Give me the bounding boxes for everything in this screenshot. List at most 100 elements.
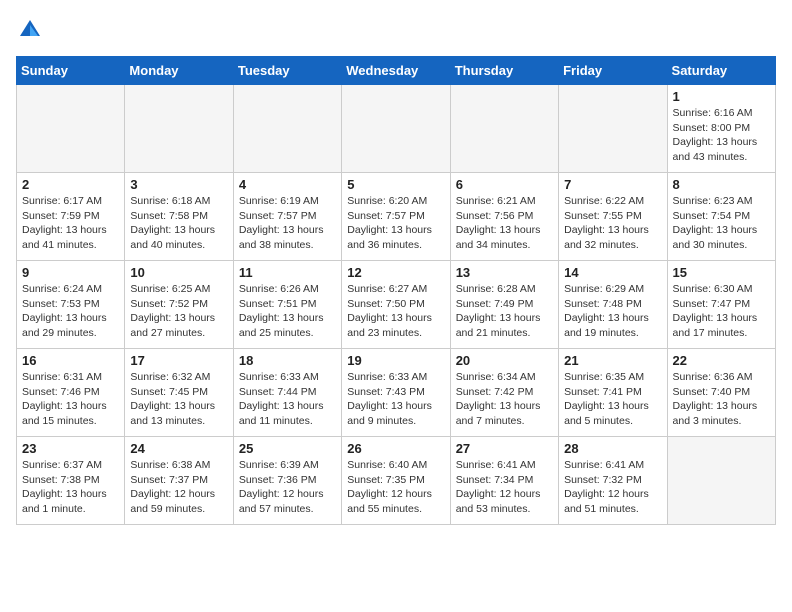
calendar-cell: 21 Sunrise: 6:35 AM Sunset: 7:41 PM Dayli… — [559, 349, 667, 437]
day-detail: Sunrise: 6:39 AM Sunset: 7:36 PM Dayligh… — [239, 458, 336, 517]
calendar-header-monday: Monday — [125, 57, 233, 85]
calendar-cell: 9 Sunrise: 6:24 AM Sunset: 7:53 PM Daylig… — [17, 261, 125, 349]
day-detail: Sunrise: 6:33 AM Sunset: 7:43 PM Dayligh… — [347, 370, 444, 429]
day-number: 28 — [564, 441, 661, 456]
day-number: 15 — [673, 265, 770, 280]
calendar-cell: 12 Sunrise: 6:27 AM Sunset: 7:50 PM Dayli… — [342, 261, 450, 349]
day-detail: Sunrise: 6:41 AM Sunset: 7:34 PM Dayligh… — [456, 458, 553, 517]
day-number: 22 — [673, 353, 770, 368]
day-number: 24 — [130, 441, 227, 456]
day-number: 13 — [456, 265, 553, 280]
calendar-cell: 7 Sunrise: 6:22 AM Sunset: 7:55 PM Daylig… — [559, 173, 667, 261]
calendar-cell — [667, 437, 775, 525]
calendar-cell — [450, 85, 558, 173]
calendar-header-tuesday: Tuesday — [233, 57, 341, 85]
calendar-header-saturday: Saturday — [667, 57, 775, 85]
calendar-cell: 19 Sunrise: 6:33 AM Sunset: 7:43 PM Dayli… — [342, 349, 450, 437]
calendar-cell: 5 Sunrise: 6:20 AM Sunset: 7:57 PM Daylig… — [342, 173, 450, 261]
calendar-cell: 6 Sunrise: 6:21 AM Sunset: 7:56 PM Daylig… — [450, 173, 558, 261]
calendar-header-friday: Friday — [559, 57, 667, 85]
logo — [16, 16, 48, 44]
day-detail: Sunrise: 6:22 AM Sunset: 7:55 PM Dayligh… — [564, 194, 661, 253]
day-detail: Sunrise: 6:18 AM Sunset: 7:58 PM Dayligh… — [130, 194, 227, 253]
calendar-week-0: 1 Sunrise: 6:16 AM Sunset: 8:00 PM Daylig… — [17, 85, 776, 173]
day-detail: Sunrise: 6:28 AM Sunset: 7:49 PM Dayligh… — [456, 282, 553, 341]
calendar-cell: 20Sunrise: 6:34 AM Sunset: 7:42 PM Dayli… — [450, 349, 558, 437]
page-header — [16, 16, 776, 44]
day-number: 18 — [239, 353, 336, 368]
calendar-cell: 27 Sunrise: 6:41 AM Sunset: 7:34 PM Dayli… — [450, 437, 558, 525]
calendar-cell: 26 Sunrise: 6:40 AM Sunset: 7:35 PM Dayli… — [342, 437, 450, 525]
day-number: 10 — [130, 265, 227, 280]
day-detail: Sunrise: 6:29 AM Sunset: 7:48 PM Dayligh… — [564, 282, 661, 341]
day-number: 5 — [347, 177, 444, 192]
day-detail: Sunrise: 6:40 AM Sunset: 7:35 PM Dayligh… — [347, 458, 444, 517]
day-number: 12 — [347, 265, 444, 280]
calendar-cell: 18 Sunrise: 6:33 AM Sunset: 7:44 PM Dayli… — [233, 349, 341, 437]
calendar: SundayMondayTuesdayWednesdayThursdayFrid… — [16, 56, 776, 525]
day-detail: Sunrise: 6:24 AM Sunset: 7:53 PM Dayligh… — [22, 282, 119, 341]
calendar-cell: 15 Sunrise: 6:30 AM Sunset: 7:47 PM Dayli… — [667, 261, 775, 349]
logo-icon — [16, 16, 44, 44]
day-detail: Sunrise: 6:21 AM Sunset: 7:56 PM Dayligh… — [456, 194, 553, 253]
day-number: 19 — [347, 353, 444, 368]
calendar-cell: 25 Sunrise: 6:39 AM Sunset: 7:36 PM Dayli… — [233, 437, 341, 525]
calendar-cell — [233, 85, 341, 173]
day-detail: Sunrise: 6:36 AM Sunset: 7:40 PM Dayligh… — [673, 370, 770, 429]
calendar-week-2: 9 Sunrise: 6:24 AM Sunset: 7:53 PM Daylig… — [17, 261, 776, 349]
calendar-cell: 22 Sunrise: 6:36 AM Sunset: 7:40 PM Dayli… — [667, 349, 775, 437]
day-detail: Sunrise: 6:31 AM Sunset: 7:46 PM Dayligh… — [22, 370, 119, 429]
day-number: 14 — [564, 265, 661, 280]
day-detail: Sunrise: 6:37 AM Sunset: 7:38 PM Dayligh… — [22, 458, 119, 517]
day-number: 21 — [564, 353, 661, 368]
calendar-cell — [342, 85, 450, 173]
day-detail: Sunrise: 6:17 AM Sunset: 7:59 PM Dayligh… — [22, 194, 119, 253]
calendar-cell — [125, 85, 233, 173]
day-number: 7 — [564, 177, 661, 192]
calendar-cell: 14 Sunrise: 6:29 AM Sunset: 7:48 PM Dayli… — [559, 261, 667, 349]
day-detail: Sunrise: 6:23 AM Sunset: 7:54 PM Dayligh… — [673, 194, 770, 253]
calendar-cell: 4 Sunrise: 6:19 AM Sunset: 7:57 PM Daylig… — [233, 173, 341, 261]
calendar-header-sunday: Sunday — [17, 57, 125, 85]
day-number: 25 — [239, 441, 336, 456]
calendar-cell: 11 Sunrise: 6:26 AM Sunset: 7:51 PM Dayli… — [233, 261, 341, 349]
day-detail: Sunrise: 6:41 AM Sunset: 7:32 PM Dayligh… — [564, 458, 661, 517]
day-number: 9 — [22, 265, 119, 280]
day-detail: Sunrise: 6:20 AM Sunset: 7:57 PM Dayligh… — [347, 194, 444, 253]
calendar-cell: 16 Sunrise: 6:31 AM Sunset: 7:46 PM Dayli… — [17, 349, 125, 437]
calendar-cell — [559, 85, 667, 173]
calendar-cell: 8 Sunrise: 6:23 AM Sunset: 7:54 PM Daylig… — [667, 173, 775, 261]
day-detail: Sunrise: 6:38 AM Sunset: 7:37 PM Dayligh… — [130, 458, 227, 517]
calendar-week-1: 2Sunrise: 6:17 AM Sunset: 7:59 PM Daylig… — [17, 173, 776, 261]
calendar-cell: 13 Sunrise: 6:28 AM Sunset: 7:49 PM Dayli… — [450, 261, 558, 349]
calendar-header-row: SundayMondayTuesdayWednesdayThursdayFrid… — [17, 57, 776, 85]
day-detail: Sunrise: 6:32 AM Sunset: 7:45 PM Dayligh… — [130, 370, 227, 429]
day-number: 23 — [22, 441, 119, 456]
day-detail: Sunrise: 6:35 AM Sunset: 7:41 PM Dayligh… — [564, 370, 661, 429]
day-number: 20 — [456, 353, 553, 368]
calendar-header-thursday: Thursday — [450, 57, 558, 85]
day-detail: Sunrise: 6:25 AM Sunset: 7:52 PM Dayligh… — [130, 282, 227, 341]
calendar-week-4: 23 Sunrise: 6:37 AM Sunset: 7:38 PM Dayli… — [17, 437, 776, 525]
day-number: 8 — [673, 177, 770, 192]
calendar-cell: 1 Sunrise: 6:16 AM Sunset: 8:00 PM Daylig… — [667, 85, 775, 173]
calendar-cell: 3 Sunrise: 6:18 AM Sunset: 7:58 PM Daylig… — [125, 173, 233, 261]
day-number: 6 — [456, 177, 553, 192]
day-number: 1 — [673, 89, 770, 104]
day-number: 16 — [22, 353, 119, 368]
day-number: 4 — [239, 177, 336, 192]
day-detail: Sunrise: 6:30 AM Sunset: 7:47 PM Dayligh… — [673, 282, 770, 341]
calendar-cell: 2Sunrise: 6:17 AM Sunset: 7:59 PM Daylig… — [17, 173, 125, 261]
day-number: 26 — [347, 441, 444, 456]
calendar-cell: 28 Sunrise: 6:41 AM Sunset: 7:32 PM Dayli… — [559, 437, 667, 525]
day-number: 3 — [130, 177, 227, 192]
day-detail: Sunrise: 6:19 AM Sunset: 7:57 PM Dayligh… — [239, 194, 336, 253]
day-number: 11 — [239, 265, 336, 280]
day-number: 17 — [130, 353, 227, 368]
day-detail: Sunrise: 6:26 AM Sunset: 7:51 PM Dayligh… — [239, 282, 336, 341]
day-detail: Sunrise: 6:33 AM Sunset: 7:44 PM Dayligh… — [239, 370, 336, 429]
calendar-week-3: 16 Sunrise: 6:31 AM Sunset: 7:46 PM Dayli… — [17, 349, 776, 437]
day-detail: Sunrise: 6:27 AM Sunset: 7:50 PM Dayligh… — [347, 282, 444, 341]
day-number: 27 — [456, 441, 553, 456]
day-detail: Sunrise: 6:16 AM Sunset: 8:00 PM Dayligh… — [673, 106, 770, 165]
